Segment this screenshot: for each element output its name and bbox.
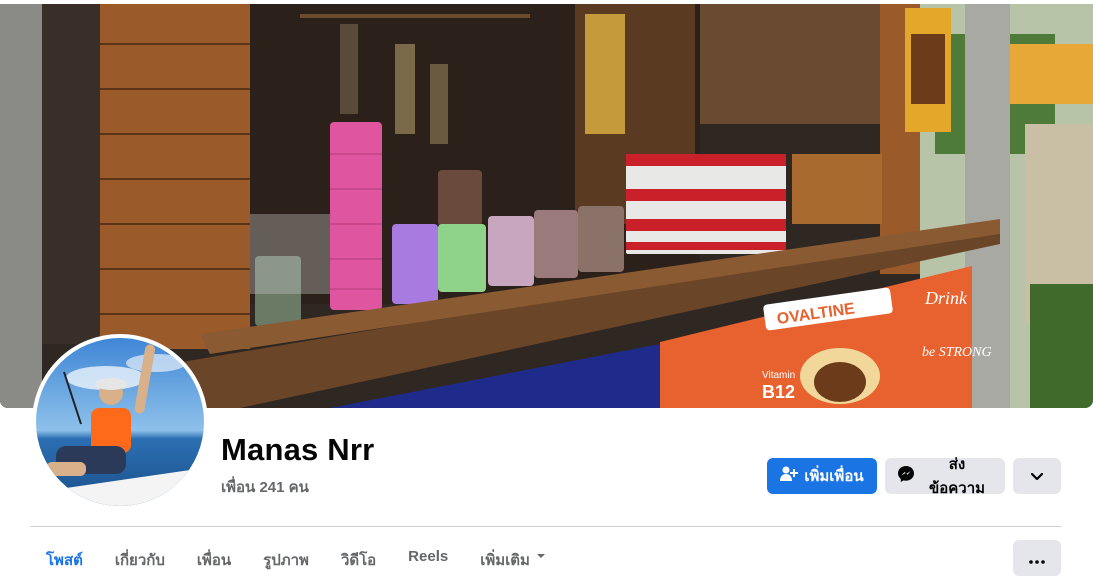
header-divider — [30, 526, 1061, 527]
tab-label: เพื่อน — [196, 552, 232, 569]
tabs-more-options-button[interactable] — [1013, 540, 1061, 576]
caret-down-icon — [536, 548, 546, 566]
sign-strong-text: be STRONG — [922, 345, 992, 360]
chevron-down-icon — [1030, 468, 1044, 485]
person-plus-icon — [780, 466, 799, 486]
tab-more[interactable]: เพิ่มเติม — [464, 538, 562, 569]
profile-avatar[interactable] — [32, 334, 208, 510]
tab-photos[interactable]: รูปภาพ — [247, 538, 325, 569]
friends-count-link[interactable]: เพื่อน 241 คน — [221, 475, 309, 499]
tab-label: โพสต์ — [46, 552, 83, 569]
profile-tabs: โพสต์ เกี่ยวกับ เพื่อน รูปภาพ วิดีโอ Ree… — [30, 538, 562, 569]
tab-about[interactable]: เกี่ยวกับ — [99, 538, 181, 569]
message-button[interactable]: ส่งข้อความ — [885, 456, 1005, 497]
profile-name: Manas Nrr — [221, 432, 375, 467]
sign-b12-text: B12 — [762, 382, 795, 402]
ellipsis-icon — [1029, 549, 1045, 567]
tab-label: วิดีโอ — [340, 552, 377, 569]
messenger-icon — [897, 465, 915, 487]
tab-label: Reels — [408, 548, 449, 565]
tab-label: เกี่ยวกับ — [114, 552, 165, 569]
message-label: ส่งข้อความ — [928, 456, 986, 497]
sign-drink-text: Drink — [924, 288, 968, 308]
add-friend-button[interactable]: เพิ่มเพื่อน — [767, 458, 877, 494]
tab-reels[interactable]: Reels — [392, 538, 464, 567]
sign-vitamin-text: Vitamin — [762, 370, 795, 381]
tab-label: เพิ่มเติม — [480, 552, 530, 569]
tab-friends[interactable]: เพื่อน — [181, 538, 247, 569]
tab-videos[interactable]: วิดีโอ — [325, 538, 392, 569]
profile-more-button[interactable] — [1013, 458, 1061, 494]
tab-posts[interactable]: โพสต์ — [30, 538, 99, 569]
add-friend-label: เพิ่มเพื่อน — [804, 468, 864, 485]
avatar-photo — [36, 338, 204, 506]
tab-label: รูปภาพ — [263, 552, 309, 569]
